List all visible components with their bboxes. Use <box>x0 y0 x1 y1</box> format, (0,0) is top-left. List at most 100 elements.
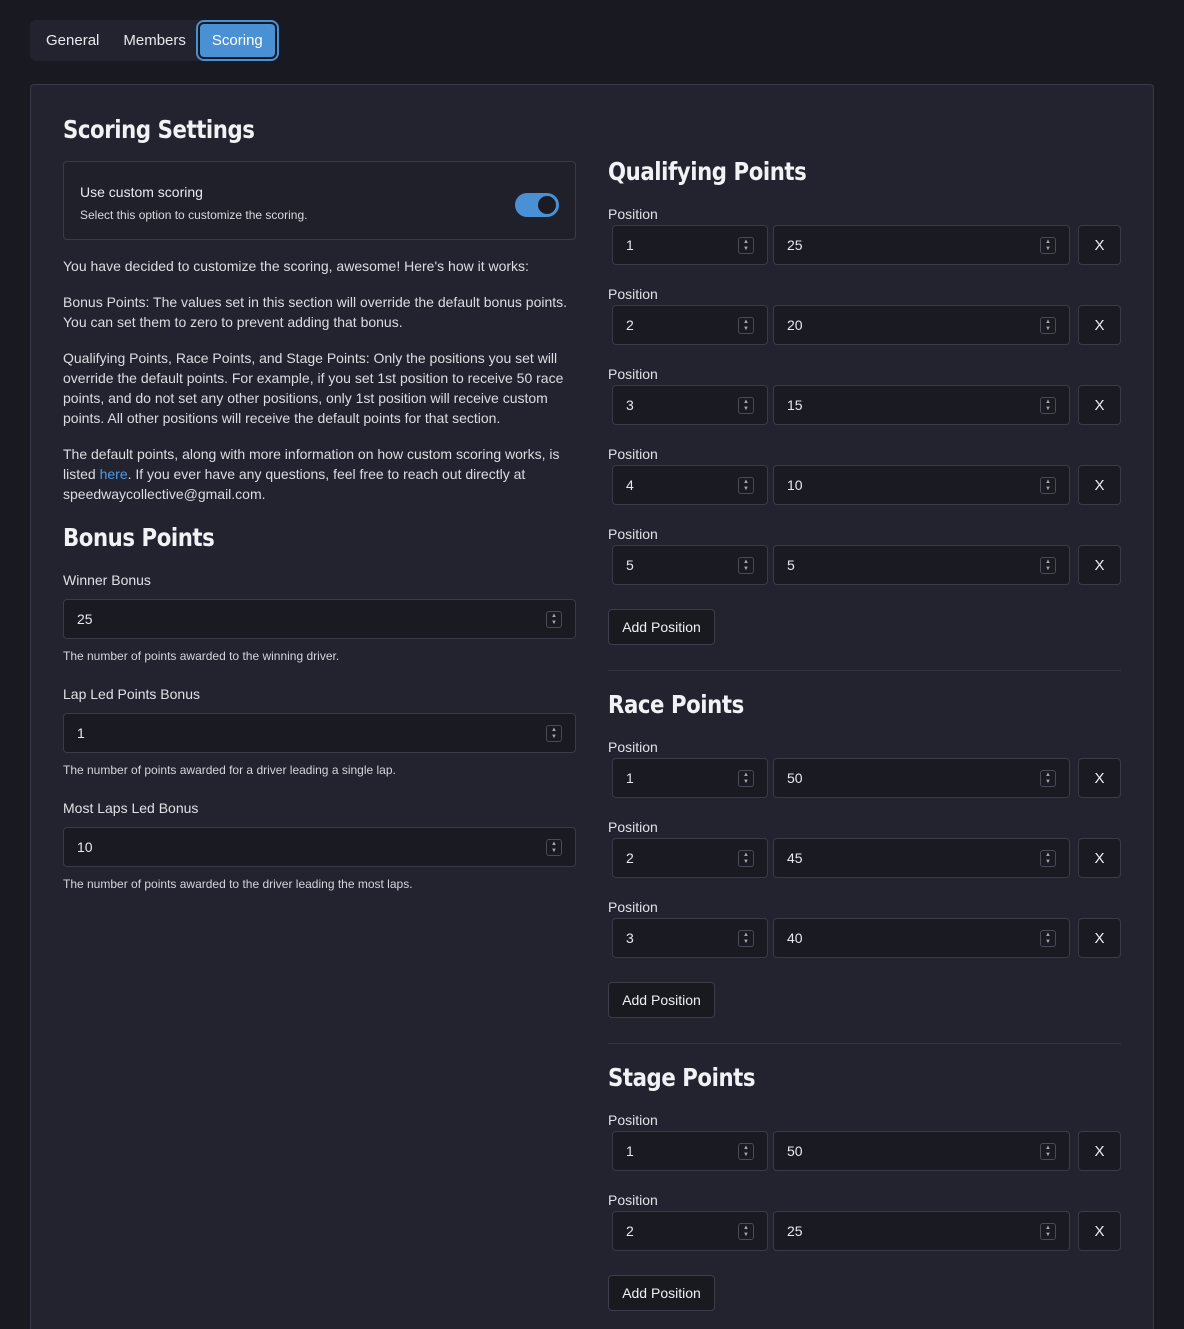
number-spinner-icon[interactable]: ▲ ▼ <box>738 1223 754 1240</box>
position-input[interactable]: 4 ▲ ▼ <box>612 465 768 505</box>
position-value: 2 <box>626 1223 634 1239</box>
number-spinner-icon[interactable]: ▲ ▼ <box>1040 850 1056 867</box>
most-laps-bonus-value: 10 <box>77 839 93 855</box>
position-input[interactable]: 2 ▲ ▼ <box>612 838 768 878</box>
points-input[interactable]: 45 ▲ ▼ <box>773 838 1070 878</box>
lap-led-bonus-help: The number of points awarded for a drive… <box>63 763 396 777</box>
number-spinner-icon[interactable]: ▲ ▼ <box>1040 397 1056 414</box>
position-value: 1 <box>626 770 634 786</box>
position-label: Position <box>608 446 658 462</box>
custom-scoring-panel: Use custom scoring Select this option to… <box>63 161 576 240</box>
position-value: 3 <box>626 397 634 413</box>
winner-bonus-help: The number of points awarded to the winn… <box>63 649 340 663</box>
points-value: 15 <box>787 397 803 413</box>
race-add-position-button[interactable]: Add Position <box>608 982 715 1018</box>
number-spinner-icon[interactable]: ▲ ▼ <box>1040 557 1056 574</box>
position-label: Position <box>608 206 658 222</box>
position-value: 2 <box>626 317 634 333</box>
lap-led-bonus-input[interactable]: 1 ▲ ▼ <box>63 713 576 753</box>
tab-general[interactable]: General <box>34 24 111 57</box>
position-value: 5 <box>626 557 634 573</box>
points-value: 25 <box>787 237 803 253</box>
number-spinner-icon[interactable]: ▲ ▼ <box>546 725 562 742</box>
position-input[interactable]: 3 ▲ ▼ <box>612 918 768 958</box>
remove-position-button[interactable]: X <box>1078 465 1121 505</box>
number-spinner-icon[interactable]: ▲ ▼ <box>738 1143 754 1160</box>
number-spinner-icon[interactable]: ▲ ▼ <box>1040 930 1056 947</box>
remove-position-button[interactable]: X <box>1078 918 1121 958</box>
default-info-suffix: . If you ever have any questions, feel f… <box>63 466 526 502</box>
position-label: Position <box>608 286 658 302</box>
position-input[interactable]: 1 ▲ ▼ <box>612 1131 768 1171</box>
number-spinner-icon[interactable]: ▲ ▼ <box>546 611 562 628</box>
position-label: Position <box>608 1192 658 1208</box>
scoring-card: Scoring Settings Use custom scoring Sele… <box>30 84 1154 1329</box>
page-title: Scoring Settings <box>63 115 255 144</box>
winner-bonus-input[interactable]: 25 ▲ ▼ <box>63 599 576 639</box>
position-label: Position <box>608 1112 658 1128</box>
position-label: Position <box>608 899 658 915</box>
most-laps-bonus-help: The number of points awarded to the driv… <box>63 877 413 891</box>
remove-position-button[interactable]: X <box>1078 838 1121 878</box>
position-label: Position <box>608 526 658 542</box>
tab-members[interactable]: Members <box>111 24 198 57</box>
points-value: 25 <box>787 1223 803 1239</box>
position-input[interactable]: 2 ▲ ▼ <box>612 1211 768 1251</box>
number-spinner-icon[interactable]: ▲ ▼ <box>738 317 754 334</box>
remove-position-button[interactable]: X <box>1078 225 1121 265</box>
number-spinner-icon[interactable]: ▲ ▼ <box>546 839 562 856</box>
remove-position-button[interactable]: X <box>1078 758 1121 798</box>
points-input[interactable]: 20 ▲ ▼ <box>773 305 1070 345</box>
position-label: Position <box>608 819 658 835</box>
number-spinner-icon[interactable]: ▲ ▼ <box>738 397 754 414</box>
number-spinner-icon[interactable]: ▲ ▼ <box>738 477 754 494</box>
divider <box>608 1043 1121 1044</box>
position-value: 1 <box>626 1143 634 1159</box>
remove-position-button[interactable]: X <box>1078 545 1121 585</box>
remove-position-button[interactable]: X <box>1078 1131 1121 1171</box>
points-value: 10 <box>787 477 803 493</box>
points-input[interactable]: 5 ▲ ▼ <box>773 545 1070 585</box>
number-spinner-icon[interactable]: ▲ ▼ <box>738 850 754 867</box>
number-spinner-icon[interactable]: ▲ ▼ <box>738 770 754 787</box>
stage-add-position-button[interactable]: Add Position <box>608 1275 715 1311</box>
default-info-text: The default points, along with more info… <box>63 444 576 504</box>
number-spinner-icon[interactable]: ▲ ▼ <box>1040 477 1056 494</box>
number-spinner-icon[interactable]: ▲ ▼ <box>738 930 754 947</box>
remove-position-button[interactable]: X <box>1078 385 1121 425</box>
number-spinner-icon[interactable]: ▲ ▼ <box>1040 1223 1056 1240</box>
points-input[interactable]: 50 ▲ ▼ <box>773 758 1070 798</box>
points-input[interactable]: 10 ▲ ▼ <box>773 465 1070 505</box>
points-value: 50 <box>787 770 803 786</box>
position-input[interactable]: 2 ▲ ▼ <box>612 305 768 345</box>
points-value: 40 <box>787 930 803 946</box>
lap-led-bonus-value: 1 <box>77 725 85 741</box>
number-spinner-icon[interactable]: ▲ ▼ <box>1040 317 1056 334</box>
remove-position-button[interactable]: X <box>1078 1211 1121 1251</box>
position-input[interactable]: 3 ▲ ▼ <box>612 385 768 425</box>
toggle-knob <box>538 196 556 214</box>
position-input[interactable]: 5 ▲ ▼ <box>612 545 768 585</box>
number-spinner-icon[interactable]: ▲ ▼ <box>1040 770 1056 787</box>
tab-scoring[interactable]: Scoring <box>199 24 275 57</box>
number-spinner-icon[interactable]: ▲ ▼ <box>1040 1143 1056 1160</box>
custom-scoring-toggle[interactable] <box>515 193 559 217</box>
most-laps-bonus-input[interactable]: 10 ▲ ▼ <box>63 827 576 867</box>
points-input[interactable]: 25 ▲ ▼ <box>773 225 1070 265</box>
qualifying-add-position-button[interactable]: Add Position <box>608 609 715 645</box>
points-input[interactable]: 15 ▲ ▼ <box>773 385 1070 425</box>
custom-scoring-title: Use custom scoring <box>80 184 203 200</box>
number-spinner-icon[interactable]: ▲ ▼ <box>738 237 754 254</box>
points-value: 50 <box>787 1143 803 1159</box>
settings-tabs: General Members Scoring <box>30 20 275 61</box>
position-input[interactable]: 1 ▲ ▼ <box>612 225 768 265</box>
default-info-link[interactable]: here <box>100 466 128 482</box>
points-input[interactable]: 40 ▲ ▼ <box>773 918 1070 958</box>
most-laps-bonus-label: Most Laps Led Bonus <box>63 800 199 816</box>
remove-position-button[interactable]: X <box>1078 305 1121 345</box>
points-input[interactable]: 25 ▲ ▼ <box>773 1211 1070 1251</box>
position-input[interactable]: 1 ▲ ▼ <box>612 758 768 798</box>
number-spinner-icon[interactable]: ▲ ▼ <box>738 557 754 574</box>
number-spinner-icon[interactable]: ▲ ▼ <box>1040 237 1056 254</box>
points-input[interactable]: 50 ▲ ▼ <box>773 1131 1070 1171</box>
